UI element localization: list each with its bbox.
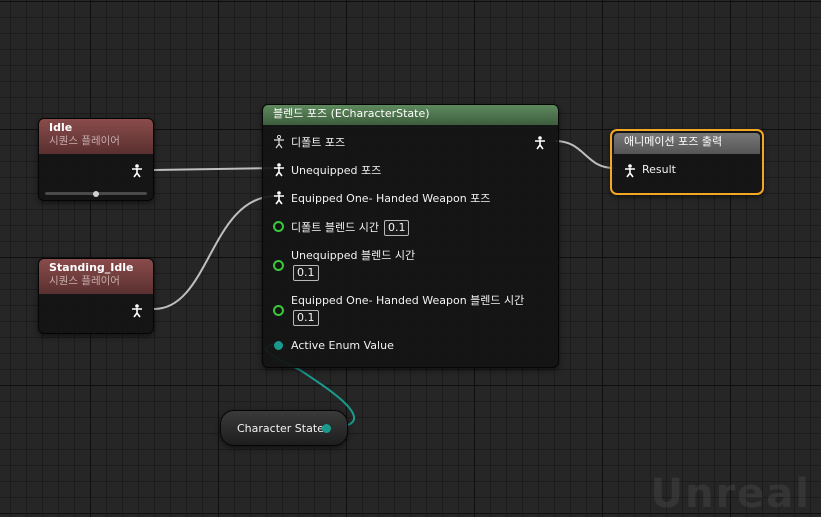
pin-label: Equipped One- Handed Weapon 포즈 xyxy=(291,192,491,205)
pose-output-pin-icon[interactable] xyxy=(131,163,143,178)
pin-label: Equipped One- Handed Weapon 블렌드 시간 xyxy=(291,294,525,307)
node-header: 블렌드 포즈 (ECharacterState) xyxy=(263,105,558,125)
pose-output-pin-icon[interactable] xyxy=(131,303,143,318)
slider-knob[interactable] xyxy=(93,190,99,197)
pose-output-pin-icon[interactable] xyxy=(534,135,546,150)
default-blend-time-input[interactable]: 0.1 xyxy=(383,220,410,236)
node-title: 애니메이션 포즈 출력 xyxy=(624,135,723,148)
character-state-variable-node[interactable]: Character State xyxy=(220,410,348,446)
node-subtitle: 시퀀스 플레이어 xyxy=(49,275,120,287)
pin-label: 디폴트 포즈 xyxy=(291,136,346,149)
pin-label: Unequipped 포즈 xyxy=(291,164,382,177)
pose-person-icon xyxy=(624,164,636,178)
node-header: Standing_Idle 시퀀스 플레이어 xyxy=(39,259,153,294)
node-header: Idle 시퀀스 플레이어 xyxy=(39,119,153,154)
pin-label: Unequipped 블렌드 시간 xyxy=(291,249,416,262)
pose-person-icon xyxy=(273,163,285,177)
node-title: Standing_Idle xyxy=(49,261,134,274)
blend-to-output-wire xyxy=(554,140,615,169)
enum-pin-icon[interactable] xyxy=(322,424,331,433)
standing-idle-sequence-player-node[interactable]: Standing_Idle 시퀀스 플레이어 xyxy=(38,258,154,334)
pose-outline-icon xyxy=(273,134,285,149)
variable-label: Character State xyxy=(237,422,324,435)
node-header: 애니메이션 포즈 출력 xyxy=(614,133,760,154)
float-pin-icon[interactable] xyxy=(273,260,284,271)
watermark-text: Unreal xyxy=(650,471,811,517)
idle-to-unequipped-wire xyxy=(153,167,277,171)
pin-label: Active Enum Value xyxy=(291,339,394,352)
pin-label-group: 디폴트 블렌드 시간 0.1 xyxy=(291,219,410,236)
node-title: Idle xyxy=(49,121,73,134)
pin-label: 디폴트 블렌드 시간 xyxy=(291,221,379,234)
pin-label-group: Equipped One- Handed Weapon 블렌드 시간 0.1 xyxy=(291,294,524,326)
blend-poses-node[interactable]: 블렌드 포즈 (ECharacterState) 디폴트 포즈 Unequipp… xyxy=(262,104,559,368)
output-pose-node[interactable]: 애니메이션 포즈 출력 Result xyxy=(610,129,764,195)
float-pin-icon[interactable] xyxy=(273,221,284,232)
float-pin-icon[interactable] xyxy=(273,305,284,316)
equipped-blend-time-input[interactable]: 0.1 xyxy=(293,310,319,326)
pin-label: Result xyxy=(642,163,676,176)
standing-idle-to-equipped-wire xyxy=(153,195,277,310)
node-subtitle: 시퀀스 플레이어 xyxy=(49,135,120,147)
unequipped-blend-time-input[interactable]: 0.1 xyxy=(293,265,319,281)
playback-slider[interactable] xyxy=(45,190,147,197)
node-title: 블렌드 포즈 (ECharacterState) xyxy=(273,107,430,120)
enum-pin-icon[interactable] xyxy=(274,341,283,350)
pose-person-icon xyxy=(273,191,285,205)
idle-sequence-player-node[interactable]: Idle 시퀀스 플레이어 xyxy=(38,118,154,201)
pin-label-group: Unequipped 블렌드 시간 0.1 xyxy=(291,249,415,281)
